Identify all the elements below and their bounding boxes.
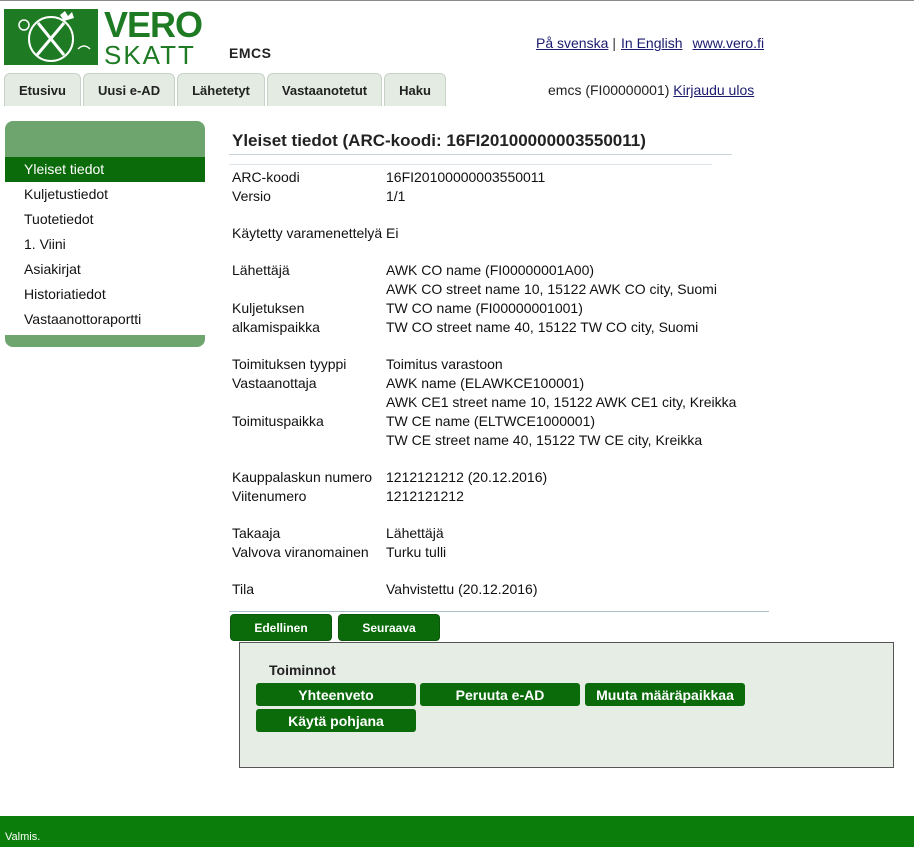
info-row: ARC-koodi 16FI20100000003550011 (232, 168, 736, 187)
user-info: emcs (FI00000001) Kirjaudu ulos (548, 82, 754, 98)
info-row: Tila Vahvistettu (20.12.2016) (232, 580, 736, 599)
info-value: Lähettäjä (386, 525, 444, 541)
main-tabs: Etusivu Uusi e-AD Lähetetyt Vastaanotetu… (4, 73, 448, 107)
logo-text-vero: VERO (104, 4, 203, 45)
sidebar-header (5, 121, 205, 157)
info-label: Käytetty varamenettelyä (232, 225, 383, 241)
vero-logo: VERO SKATT (4, 5, 203, 69)
tab-haku[interactable]: Haku (384, 73, 446, 106)
general-info-table: ARC-koodi 16FI20100000003550011 Versio 1/1… (232, 168, 736, 599)
info-label (232, 393, 386, 412)
info-value: AWK name (ELAWKCE100001) (386, 375, 585, 391)
info-value: AWK CO street name 10, 15122 AWK CO city… (386, 281, 717, 297)
info-label: Versio (232, 188, 271, 204)
info-value: TW CE street name 40, 15122 TW CE city, … (386, 432, 703, 448)
details-divider (229, 164, 712, 165)
logo-text-skatt: SKATT (104, 40, 196, 70)
actions-title: Toiminnot (269, 662, 336, 678)
info-value: TW CO street name 40, 15122 TW CO city, … (386, 319, 699, 335)
emblem-icon (4, 9, 98, 65)
info-value: TW CO name (FI00000001001) (386, 300, 583, 316)
sidebar-item-historiatiedot[interactable]: Historiatiedot (5, 282, 205, 307)
previous-button[interactable]: Edellinen (230, 614, 332, 641)
info-row: AWK CO street name 10, 15122 AWK CO city… (232, 280, 736, 299)
sidebar-item-vastaanottoraportti[interactable]: Vastaanottoraportti (5, 307, 205, 332)
info-row: Kuljetuksen alkamispaikka TW CO name (FI0… (232, 299, 736, 335)
info-label: Tila (232, 581, 255, 597)
tab-vastaanotetut[interactable]: Vastaanotetut (266, 73, 383, 106)
info-label: Takaaja (232, 525, 281, 541)
sidebar-item-yleiset-tiedot[interactable]: Yleiset tiedot (5, 157, 205, 182)
info-label (232, 280, 386, 299)
info-row: Valvova viranomainen Turku tulli (232, 543, 736, 562)
link-separator: | (612, 35, 617, 51)
info-row: Takaaja Lähettäjä (232, 524, 736, 543)
cancel-ead-button[interactable]: Peruuta e-AD (420, 683, 580, 706)
link-english[interactable]: In English (621, 35, 682, 51)
next-button[interactable]: Seuraava (338, 614, 440, 641)
status-text: Valmis. (5, 831, 41, 843)
info-label: Toimituspaikka (232, 413, 324, 429)
sidebar-item-kuljetustiedot[interactable]: Kuljetustiedot (5, 182, 205, 207)
status-bar: Valmis. (0, 816, 914, 847)
sidebar-item-viini[interactable]: 1. Viini (5, 232, 205, 257)
info-row: Toimituksen tyyppi Toimitus varastoon (232, 355, 736, 374)
info-value: AWK CO name (FI00000001A00) (386, 262, 595, 278)
info-row: Viitenumero 1212121212 (232, 487, 736, 506)
info-row: Toimituspaikka TW CE name (ELTWCE1000001) (232, 412, 736, 431)
info-value: Vahvistettu (20.12.2016) (386, 581, 538, 597)
info-label (232, 318, 386, 337)
info-row: Lähettäjä AWK CO name (FI00000001A00) (232, 261, 736, 280)
info-value: Toimitus varastoon (386, 356, 503, 372)
info-row: AWK CE1 street name 10, 15122 AWK CE1 ci… (232, 393, 736, 412)
info-label: Lähettäjä (232, 262, 290, 278)
info-value: 1/1 (386, 188, 406, 204)
info-label: ARC-koodi (232, 169, 300, 185)
info-value: Ei (386, 225, 399, 241)
info-label: Valvova viranomainen (232, 544, 369, 560)
app-title: EMCS (229, 45, 272, 61)
sidebar: Yleiset tiedot Kuljetustiedot Tuotetiedo… (5, 121, 205, 347)
change-destination-button[interactable]: Muuta määräpaikkaa (585, 683, 745, 706)
language-links: På svenska | In English www.vero.fi (536, 35, 764, 51)
info-label (232, 431, 386, 450)
tab-uusi-ead[interactable]: Uusi e-AD (82, 73, 176, 106)
info-value: AWK CE1 street name 10, 15122 AWK CE1 ci… (386, 394, 737, 410)
info-value: 1212121212 (386, 488, 464, 504)
info-label: Kuljetuksen alkamispaikka (232, 300, 320, 335)
info-row: TW CE street name 40, 15122 TW CE city, … (232, 431, 736, 450)
info-row: Vastaanottaja AWK name (ELAWKCE100001) (232, 374, 736, 393)
use-as-template-button[interactable]: Käytä pohjana (256, 709, 416, 732)
info-value: TW CE name (ELTWCE1000001) (386, 413, 596, 429)
user-name: emcs (FI00000001) (548, 82, 670, 98)
info-row: Versio 1/1 (232, 187, 736, 206)
page-title: Yleiset tiedot (ARC-koodi: 16FI201000000… (232, 131, 646, 150)
info-row: Kauppalaskun numero 1212121212 (20.12.201… (232, 468, 736, 487)
sidebar-item-asiakirjat[interactable]: Asiakirjat (5, 257, 205, 282)
actions-panel: Toiminnot Yhteenveto Peruuta e-AD Muuta … (239, 642, 894, 768)
info-label: Vastaanottaja (232, 375, 317, 391)
link-vero-site[interactable]: www.vero.fi (693, 35, 765, 51)
info-value: 16FI20100000003550011 (386, 169, 546, 185)
logout-link[interactable]: Kirjaudu ulos (673, 82, 754, 98)
info-value: 1212121212 (20.12.2016) (386, 469, 548, 485)
info-label: Toimituksen tyyppi (232, 356, 347, 372)
info-row: TW CO street name 40, 15122 TW CO city, … (232, 318, 736, 337)
info-label: Kauppalaskun numero (232, 469, 373, 485)
tab-etusivu[interactable]: Etusivu (4, 73, 81, 106)
title-divider (229, 154, 732, 155)
link-swedish[interactable]: På svenska (536, 35, 608, 51)
sidebar-footer (5, 335, 205, 347)
summary-button[interactable]: Yhteenveto (256, 683, 416, 706)
tab-lahetetyt[interactable]: Lähetetyt (177, 73, 265, 106)
content-divider (229, 611, 769, 612)
sidebar-item-tuotetiedot[interactable]: Tuotetiedot (5, 207, 205, 232)
info-value: Turku tulli (386, 544, 447, 560)
info-label: Viitenumero (232, 488, 307, 504)
info-row: Käytetty varamenettelyä Ei (232, 224, 736, 243)
